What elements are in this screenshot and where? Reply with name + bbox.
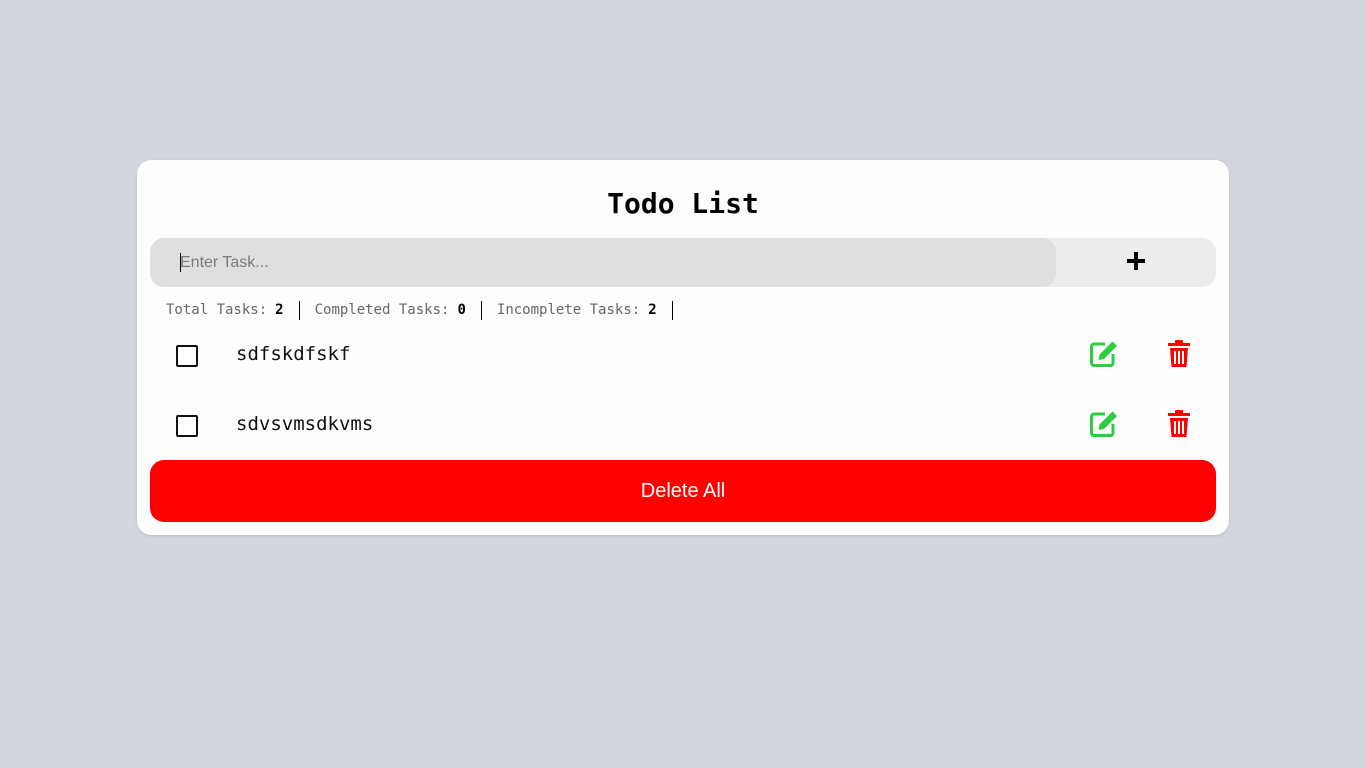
add-task-button[interactable] [1056,238,1216,287]
edit-icon[interactable] [1089,410,1119,438]
add-task-row [150,238,1216,287]
total-tasks-count: 2 [275,302,284,318]
incomplete-tasks-count: 2 [648,302,657,318]
stat-divider [671,300,673,320]
stat-divider [298,300,300,320]
page-title: Todo List [607,187,759,220]
task-item: sdfskdfskf [137,334,1229,374]
todo-card: Todo List Total Tasks: 2 Completed Tasks… [137,160,1229,535]
incomplete-tasks-label: Incomplete Tasks: [496,302,641,318]
task-checkbox[interactable] [176,345,198,367]
task-text: sdvsvmsdkvms [236,413,374,435]
stat-divider [480,300,482,320]
text-caret [180,253,181,272]
total-tasks-stat: Total Tasks: 2 [166,302,284,318]
task-input[interactable] [150,238,1056,287]
completed-tasks-count: 0 [457,302,466,318]
task-stats: Total Tasks: 2 Completed Tasks: 0 Incomp… [166,300,688,320]
plus-icon [1126,251,1146,274]
trash-icon[interactable] [1164,340,1194,368]
edit-icon[interactable] [1089,340,1119,368]
task-item: sdvsvmsdkvms [137,404,1229,444]
completed-tasks-label: Completed Tasks: [314,302,450,318]
incomplete-tasks-stat: Incomplete Tasks: 2 [497,302,657,318]
completed-tasks-stat: Completed Tasks: 0 [315,302,466,318]
delete-all-button[interactable]: Delete All [150,460,1216,522]
task-checkbox[interactable] [176,415,198,437]
total-tasks-label: Total Tasks: [166,302,268,318]
trash-icon[interactable] [1164,410,1194,438]
task-text: sdfskdfskf [236,343,351,365]
